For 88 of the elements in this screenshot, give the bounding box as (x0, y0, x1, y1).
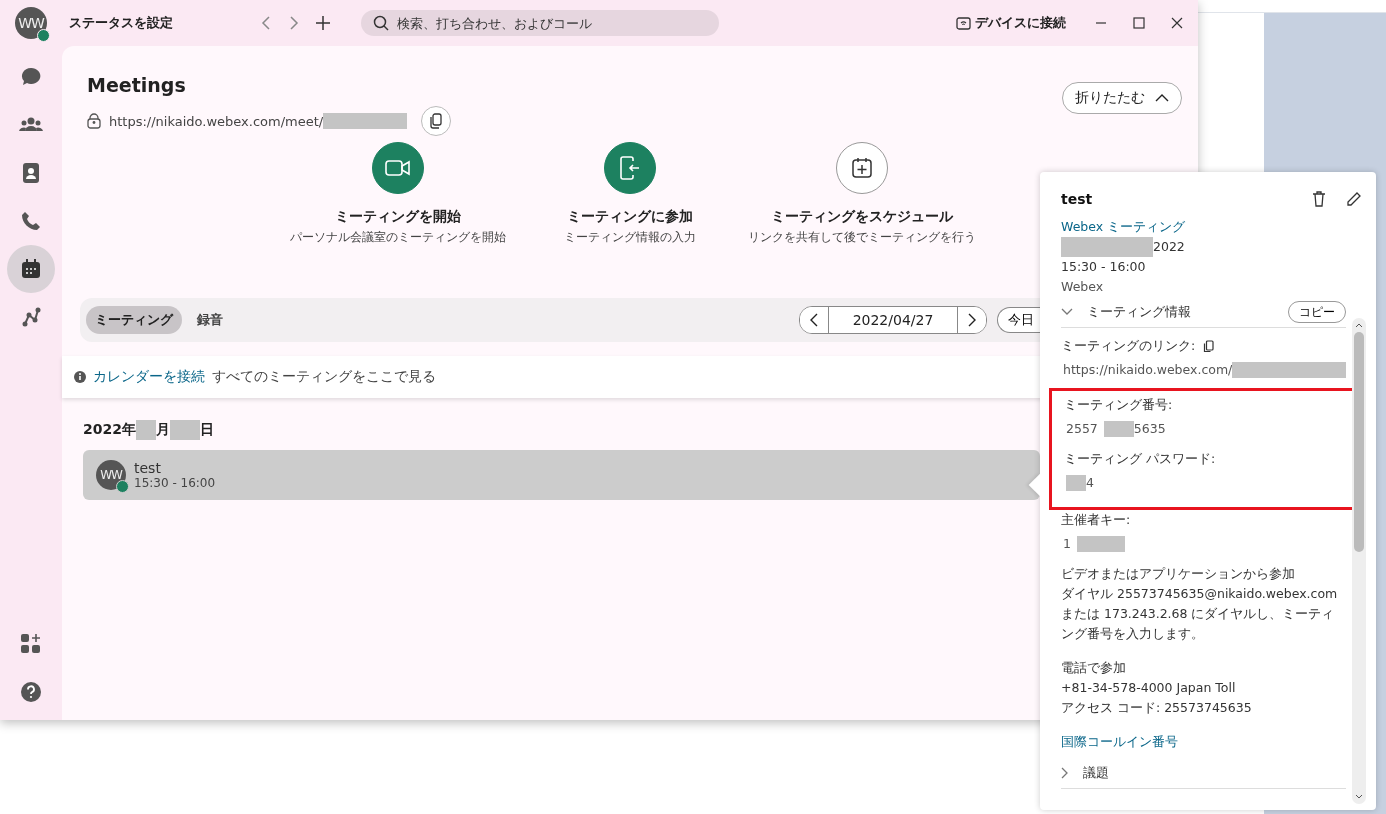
section-heading: ビデオまたはアプリケーションから参加 (1061, 565, 1296, 583)
forward-icon[interactable] (287, 15, 301, 31)
field-label: ミーティングのリンク: (1061, 337, 1196, 355)
search-field[interactable]: 検索、打ち合わせ、およびコール (361, 10, 719, 36)
phone-icon (21, 211, 41, 231)
action-subtitle: リンクを共有して後でミーティングを行う (748, 229, 976, 246)
redaction-bar (1103, 421, 1134, 437)
set-status-label[interactable]: ステータスを設定 (69, 14, 259, 32)
action-title: ミーティングに参加 (567, 208, 693, 226)
device-icon (956, 16, 971, 30)
meeting-time: 15:30 - 16:00 (1061, 258, 1147, 276)
scroll-down-icon[interactable] (1355, 794, 1363, 800)
tab[interactable]: 録音 (188, 306, 232, 334)
section-header[interactable]: ミーティング情報 コピー (1061, 297, 1346, 328)
date-picker[interactable]: 2022/04/27 (828, 307, 958, 333)
nodes-icon (21, 307, 41, 327)
redaction-bar (135, 420, 156, 440)
chevron-down-icon (1061, 308, 1073, 316)
scroll-up-icon[interactable] (1355, 322, 1363, 328)
copy-icon[interactable] (1203, 339, 1215, 353)
close-icon[interactable] (1170, 16, 1184, 30)
pencil-icon[interactable] (1346, 191, 1362, 207)
trash-icon[interactable] (1312, 191, 1326, 207)
action-title: ミーティングを開始 (335, 208, 461, 226)
contact-card-icon (21, 162, 41, 184)
calendar-nav-item[interactable] (7, 245, 55, 293)
meeting-time: 15:30 - 16:00 (134, 476, 216, 490)
calendar-plus-icon (851, 157, 873, 179)
meeting-url: https://nikaido.webex.com/meet/ (109, 113, 324, 129)
plus-icon[interactable] (315, 15, 331, 31)
today-button[interactable]: 今日 (997, 307, 1040, 333)
back-icon[interactable] (259, 15, 273, 31)
section-heading: 電話で参加 (1061, 659, 1127, 677)
meeting-date: 2022 (1153, 238, 1185, 256)
field-value: 4 (1086, 474, 1094, 492)
action-subtitle: パーソナル会議室のミーティングを開始 (290, 229, 506, 246)
redaction-bar (1066, 475, 1086, 491)
start-meeting-button[interactable] (372, 142, 424, 194)
meeting-type-link[interactable]: Webex ミーティング (1061, 217, 1346, 237)
scrollbar[interactable] (1352, 318, 1366, 804)
connect-device-button[interactable]: デバイスに接続 (950, 13, 1072, 33)
date-heading: 2022年 (83, 421, 136, 439)
maximize-icon[interactable] (1132, 16, 1146, 30)
call-in-numbers-link[interactable]: 国際コールイン番号 (1061, 732, 1346, 752)
dial-info: ダイヤル 25573745635@nikaido.webex.com (1061, 585, 1339, 603)
field-value: 5635 (1133, 420, 1166, 438)
redaction-bar (169, 420, 200, 440)
tab[interactable]: ミーティング (86, 306, 182, 334)
join-meeting-button[interactable] (604, 142, 656, 194)
copy-icon (429, 113, 444, 129)
chat-bubble-icon (20, 66, 42, 88)
field-label: ミーティング パスワード: (1064, 450, 1217, 468)
search-icon (373, 15, 389, 31)
meeting-location: Webex (1061, 278, 1105, 296)
field-value: 2557 (1066, 420, 1098, 438)
chevron-right-icon (967, 313, 977, 327)
field-label: ミーティング番号: (1064, 396, 1174, 414)
meeting-title: test (1061, 191, 1094, 207)
notice-text: すべてのミーティングをここで見る (212, 368, 436, 386)
section-header[interactable]: 議題 (1061, 758, 1346, 789)
date-heading: 月 (155, 421, 170, 439)
chevron-up-icon (1155, 93, 1169, 103)
dial-info: または 173.243.2.68 にダイヤルし、ミーティング番号を入力します。 (1061, 605, 1336, 643)
help-icon (20, 681, 42, 703)
video-camera-icon (385, 158, 411, 178)
copy-button[interactable]: コピー (1288, 301, 1346, 323)
chevron-left-icon (809, 313, 819, 327)
action-subtitle: ミーティング情報の入力 (564, 229, 696, 246)
info-icon (74, 371, 86, 383)
schedule-meeting-button[interactable] (836, 142, 888, 194)
field-value: 1 (1063, 535, 1071, 553)
apps-add-icon (20, 633, 42, 655)
calendar-icon (21, 259, 41, 279)
chevron-right-icon (1061, 767, 1069, 779)
page-title: Meetings (87, 74, 187, 96)
organizer-avatar: WW (96, 460, 126, 490)
connect-calendar-link[interactable]: カレンダーを接続 (93, 368, 205, 386)
field-label: 主催者キー: (1061, 511, 1132, 529)
date-heading: 日 (199, 421, 214, 439)
dial-info: +81-34-578-4000 Japan Toll (1061, 679, 1237, 697)
collapse-button[interactable]: 折りたたむ (1062, 82, 1182, 114)
redaction-bar (1076, 536, 1125, 552)
dial-info: アクセス コード: 25573745635 (1061, 699, 1253, 717)
user-avatar[interactable]: WW (15, 7, 47, 39)
copy-button[interactable] (421, 106, 452, 136)
enter-door-icon (619, 156, 641, 180)
action-title: ミーティングをスケジュール (771, 208, 953, 226)
meeting-title: test (134, 460, 162, 476)
